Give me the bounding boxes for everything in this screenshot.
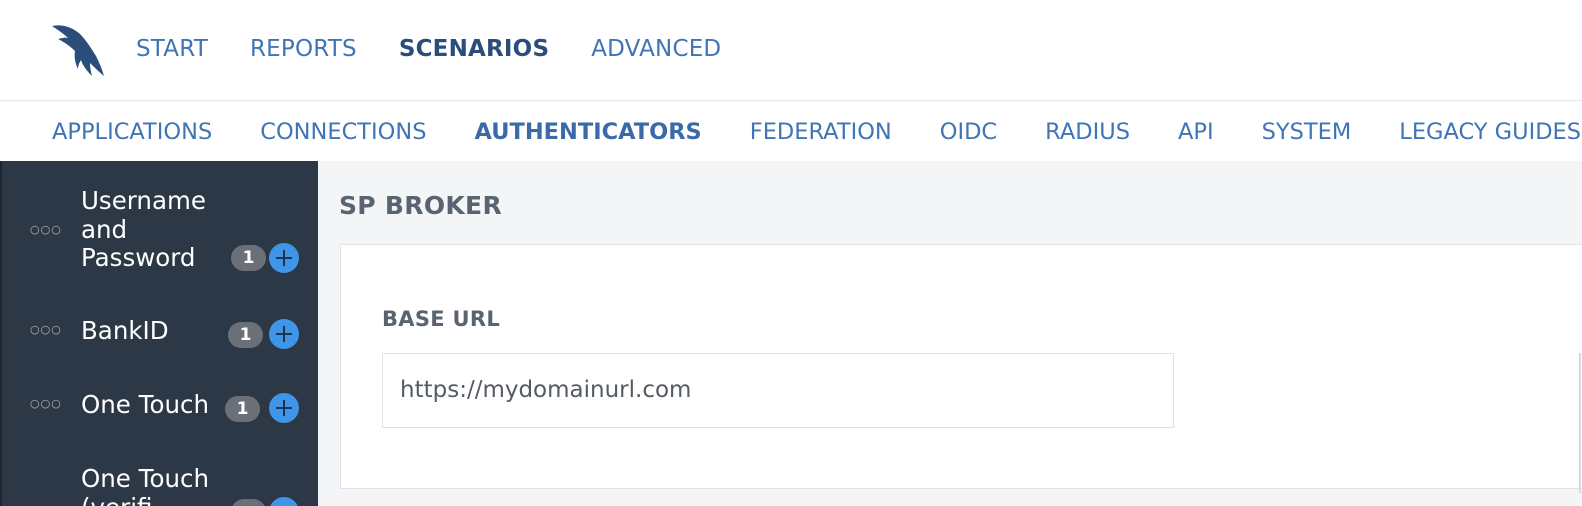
nav-start[interactable]: START	[136, 34, 208, 64]
sidebar-item-one-touch[interactable]: ○○○ One Touch 1	[2, 390, 318, 431]
drag-handle-icon[interactable]: ○○○	[30, 397, 62, 410]
tab-system[interactable]: SYSTEM	[1262, 117, 1352, 147]
main-content: SP BROKER BASE URL https://mydomainurl.c…	[318, 161, 1582, 506]
nav-reports[interactable]: REPORTS	[250, 34, 357, 64]
add-icon[interactable]	[269, 319, 299, 349]
tab-applications[interactable]: APPLICATIONS	[52, 117, 212, 147]
top-bar: START REPORTS SCENARIOS ADVANCED	[0, 0, 1582, 101]
authenticator-sidebar: ○○○ Username and Password 1 ○○○ BankID 1…	[0, 161, 318, 506]
sidebar-item-one-touch-verification[interactable]: One Touch (verifi	[2, 464, 318, 506]
tab-api[interactable]: API	[1178, 117, 1214, 147]
tab-authenticators[interactable]: AUTHENTICATORS	[474, 117, 701, 147]
drag-handle-icon[interactable]: ○○○	[30, 223, 62, 236]
tab-federation[interactable]: FEDERATION	[750, 117, 892, 147]
base-url-input[interactable]: https://mydomainurl.com	[382, 353, 1174, 428]
nav-scenarios[interactable]: SCENARIOS	[399, 34, 549, 64]
base-url-label: BASE URL	[382, 307, 501, 331]
top-navigation: START REPORTS SCENARIOS ADVANCED	[136, 34, 763, 64]
count-badge: 1	[225, 396, 260, 422]
section-title: SP BROKER	[339, 191, 502, 220]
add-icon[interactable]	[269, 243, 299, 273]
settings-card: BASE URL https://mydomainurl.com	[340, 244, 1582, 493]
sidebar-item-bankid[interactable]: ○○○ BankID 1	[2, 316, 318, 357]
tab-connections[interactable]: CONNECTIONS	[260, 117, 426, 147]
sidebar-item-label: One Touch	[81, 390, 209, 419]
sidebar-item-label: Username and Password	[81, 186, 206, 272]
drag-handle-icon[interactable]: ○○○	[30, 323, 62, 336]
sub-navigation: APPLICATIONS CONNECTIONS AUTHENTICATORS …	[0, 102, 1582, 161]
bird-logo-icon[interactable]	[50, 22, 108, 78]
sidebar-item-label: BankID	[81, 316, 169, 345]
add-icon[interactable]	[269, 393, 299, 423]
count-badge	[231, 499, 266, 506]
count-badge: 1	[231, 245, 266, 271]
nav-advanced[interactable]: ADVANCED	[591, 34, 721, 64]
sidebar-item-label: One Touch (verifi	[81, 464, 209, 506]
divider	[1579, 353, 1581, 493]
tab-legacy-guides[interactable]: LEGACY GUIDES	[1399, 117, 1581, 147]
sidebar-item-username-password[interactable]: ○○○ Username and Password 1	[2, 186, 318, 279]
tab-oidc[interactable]: OIDC	[940, 117, 997, 147]
count-badge: 1	[228, 322, 263, 348]
tab-radius[interactable]: RADIUS	[1045, 117, 1130, 147]
add-icon[interactable]	[269, 497, 299, 506]
